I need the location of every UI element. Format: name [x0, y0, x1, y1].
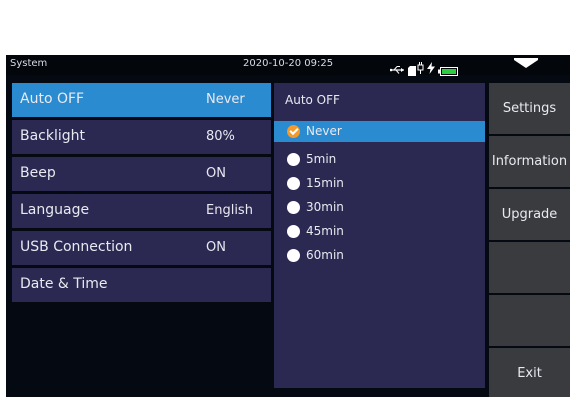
option-45min[interactable]: 45min: [274, 221, 485, 242]
menu-item-value: English: [206, 203, 253, 218]
radio-icon: [287, 153, 300, 166]
plug-icon: [417, 59, 424, 78]
option-label: 60min: [306, 248, 344, 262]
menu-item-value: 80%: [206, 129, 235, 144]
menu-item-label: USB Connection: [20, 239, 133, 255]
sd-card-icon: [408, 61, 416, 80]
option-label: 45min: [306, 224, 344, 238]
menu-item-date-time[interactable]: Date & Time: [12, 268, 271, 302]
menu-item-value: ON: [206, 240, 226, 255]
usb-icon: [389, 60, 406, 79]
status-title: System: [10, 58, 48, 69]
radio-icon: [287, 177, 300, 190]
option-15min[interactable]: 15min: [274, 173, 485, 194]
upgrade-button[interactable]: Upgrade: [489, 189, 570, 240]
charging-icon: [427, 59, 435, 78]
system-menu: Auto OFF Never Backlight 80% Beep ON Lan…: [12, 83, 271, 305]
radio-icon: [287, 225, 300, 238]
option-label: 15min: [306, 176, 344, 190]
menu-item-language[interactable]: Language English: [12, 194, 271, 228]
menu-item-backlight[interactable]: Backlight 80%: [12, 120, 271, 154]
option-30min[interactable]: 30min: [274, 197, 485, 218]
exit-button[interactable]: Exit: [489, 348, 570, 397]
menu-item-usb-connection[interactable]: USB Connection ON: [12, 231, 271, 265]
option-label: 5min: [306, 152, 337, 166]
menu-item-beep[interactable]: Beep ON: [12, 157, 271, 191]
option-60min[interactable]: 60min: [274, 245, 485, 266]
dropdown-arrow-icon[interactable]: [514, 60, 538, 68]
option-label: Never: [306, 124, 342, 138]
menu-item-value: Never: [206, 92, 245, 107]
status-bar: System 2020-10-20 09:25: [6, 55, 570, 78]
menu-item-label: Auto OFF: [20, 91, 85, 107]
blank-button-2[interactable]: [489, 295, 570, 346]
side-button-bar: Settings Information Upgrade Exit: [489, 83, 570, 397]
option-never[interactable]: Never: [274, 121, 485, 142]
blank-button-1[interactable]: [489, 242, 570, 293]
menu-item-value: ON: [206, 166, 226, 181]
battery-icon: [438, 61, 458, 80]
menu-item-label: Date & Time: [20, 276, 108, 292]
device-screen: System 2020-10-20 09:25 Auto OFF Never B…: [6, 55, 570, 397]
menu-item-label: Backlight: [20, 128, 86, 144]
radio-icon: [287, 249, 300, 262]
information-button[interactable]: Information: [489, 136, 570, 187]
options-title: Auto OFF: [285, 93, 340, 107]
settings-button[interactable]: Settings: [489, 83, 570, 134]
status-time: 2020-10-20 09:25: [243, 58, 334, 69]
radio-icon: [287, 201, 300, 214]
menu-item-auto-off[interactable]: Auto OFF Never: [12, 83, 271, 117]
menu-item-label: Language: [20, 202, 90, 218]
auto-off-options-panel: Auto OFF Never 5min 15min 30min 45min 60…: [274, 83, 485, 388]
menu-item-label: Beep: [20, 165, 56, 181]
option-5min[interactable]: 5min: [274, 149, 485, 170]
option-label: 30min: [306, 200, 344, 214]
